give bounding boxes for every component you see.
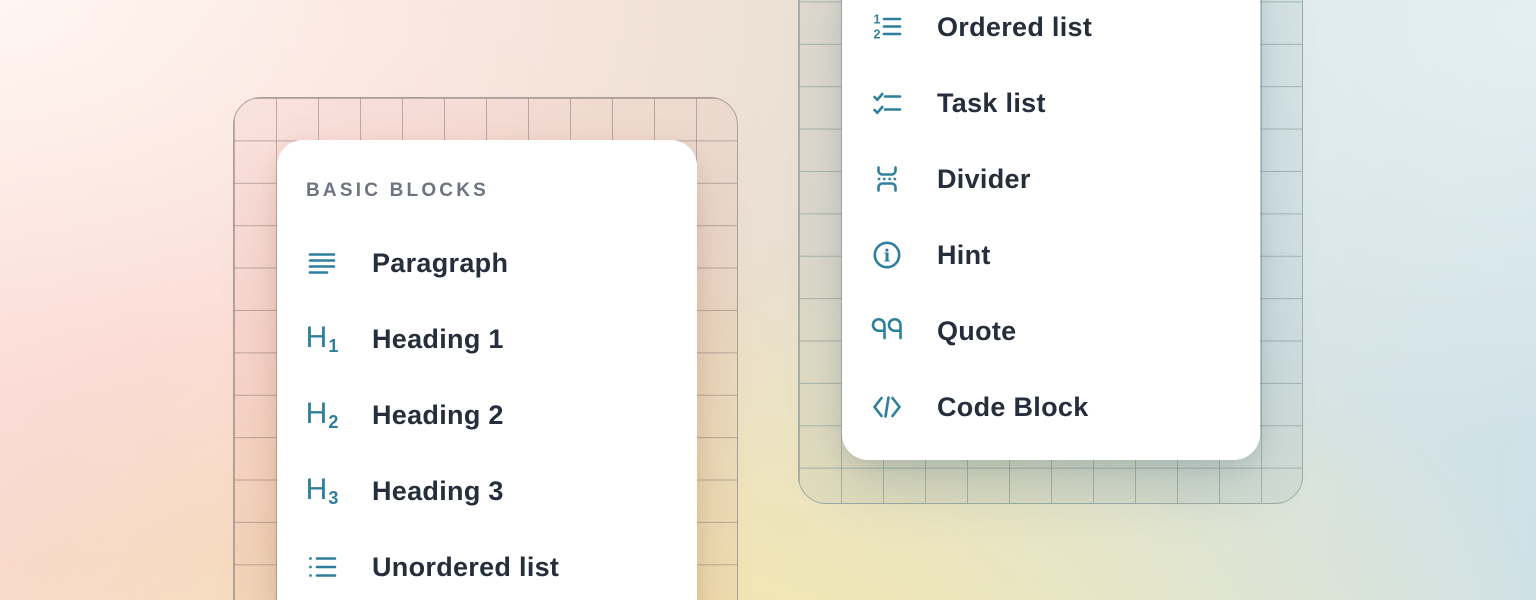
menu-item-label: Heading 1 bbox=[372, 324, 504, 355]
menu-item-label: Task list bbox=[937, 88, 1046, 119]
unordered-list-icon bbox=[306, 551, 338, 583]
menu-item-label: Code Block bbox=[937, 392, 1089, 423]
menu-item-label: Heading 2 bbox=[372, 400, 504, 431]
menu-item-label: Unordered list bbox=[372, 552, 559, 583]
heading1-icon: H1 bbox=[306, 323, 338, 355]
menu-item-code-block[interactable]: Code Block bbox=[871, 369, 1260, 445]
block-menu-basic-blocks: BASIC BLOCKS Paragraph H1 Heading 1 H2 Headi… bbox=[277, 140, 697, 600]
svg-text:2: 2 bbox=[874, 28, 881, 42]
menu-item-label: Hint bbox=[937, 240, 991, 271]
hint-icon: i bbox=[871, 239, 903, 271]
menu-item-label: Quote bbox=[937, 316, 1017, 347]
menu-item-heading-3[interactable]: H3 Heading 3 bbox=[306, 453, 697, 529]
menu-item-divider[interactable]: Divider bbox=[871, 141, 1260, 217]
menu-item-heading-1[interactable]: H1 Heading 1 bbox=[306, 301, 697, 377]
menu-item-quote[interactable]: Quote bbox=[871, 293, 1260, 369]
paragraph-icon bbox=[306, 247, 338, 279]
menu-item-label: Divider bbox=[937, 164, 1031, 195]
canvas: BASIC BLOCKS Paragraph H1 Heading 1 H2 Headi… bbox=[0, 0, 1536, 600]
quote-icon bbox=[871, 315, 903, 347]
divider-icon bbox=[871, 163, 903, 195]
menu-item-label: Heading 3 bbox=[372, 476, 504, 507]
task-list-icon bbox=[871, 87, 903, 119]
menu-item-task-list[interactable]: Task list bbox=[871, 65, 1260, 141]
heading3-icon: H3 bbox=[306, 475, 338, 507]
more-blocks-list: 12 Ordered list Task list Divider i Hint Quote… bbox=[871, 0, 1260, 445]
menu-item-paragraph[interactable]: Paragraph bbox=[306, 225, 697, 301]
heading2-icon: H2 bbox=[306, 399, 338, 431]
basic-blocks-list: Paragraph H1 Heading 1 H2 Heading 2 H3 Heading… bbox=[306, 225, 697, 600]
menu-item-heading-2[interactable]: H2 Heading 2 bbox=[306, 377, 697, 453]
menu-item-label: Paragraph bbox=[372, 248, 508, 279]
menu-item-ordered-list[interactable]: 12 Ordered list bbox=[871, 0, 1260, 65]
section-label: BASIC BLOCKS bbox=[306, 178, 697, 204]
menu-item-unordered-list[interactable]: Unordered list bbox=[306, 529, 697, 600]
code-block-icon bbox=[871, 391, 903, 423]
svg-text:1: 1 bbox=[874, 13, 881, 27]
menu-item-hint[interactable]: i Hint bbox=[871, 217, 1260, 293]
svg-text:i: i bbox=[884, 247, 891, 267]
ordered-list-icon: 12 bbox=[871, 11, 903, 43]
menu-item-label: Ordered list bbox=[937, 12, 1092, 43]
block-menu-more-blocks: 12 Ordered list Task list Divider i Hint Quote… bbox=[842, 0, 1260, 460]
